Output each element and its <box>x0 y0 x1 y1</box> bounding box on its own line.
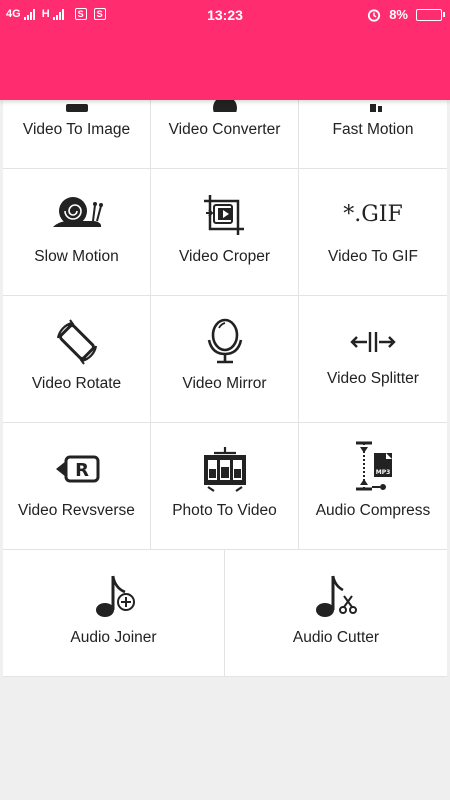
reverse-icon: R <box>55 455 99 483</box>
tool-photo-to-video[interactable]: Photo To Video <box>151 423 299 549</box>
gif-icon-text: *.GIF <box>343 202 403 227</box>
tool-video-croper[interactable]: Video Croper <box>151 169 299 295</box>
compress-icon-text: MP3 <box>376 469 391 476</box>
music-plus-icon <box>95 575 135 617</box>
tools-row: Slow Motion Video Croper *.GIF Video To … <box>3 169 447 296</box>
tool-video-to-gif[interactable]: *.GIF Video To GIF <box>299 169 447 295</box>
status-right: 8% <box>367 7 445 22</box>
tool-label: Fast Motion <box>332 121 414 138</box>
film-strip-icon <box>203 447 246 492</box>
tool-label: Audio Joiner <box>70 629 157 646</box>
tool-audio-cutter[interactable]: Audio Cutter <box>225 550 447 676</box>
splitter-icon <box>350 332 396 352</box>
tool-audio-compress[interactable]: MP3 Audio Compress <box>299 423 447 549</box>
tool-video-rotate[interactable]: Video Rotate <box>3 296 151 422</box>
empty-area <box>0 673 450 800</box>
tool-label: Video Croper <box>178 248 271 265</box>
snail-icon <box>52 197 103 227</box>
music-scissors-icon <box>316 575 357 617</box>
tool-label: Video Splitter <box>327 370 419 387</box>
compress-icon: MP3 <box>356 441 392 491</box>
tools-grid: Video To Image Video Converter Fast Moti… <box>3 42 447 677</box>
battery-icon <box>416 8 445 21</box>
tools-row: Video Rotate Video Mirror Video Splitter <box>3 296 447 423</box>
reverse-icon-text: R <box>75 460 89 481</box>
mirror-icon <box>207 318 242 364</box>
tool-label: Audio Cutter <box>292 629 380 646</box>
tool-video-revsverse[interactable]: R Video Revsverse <box>3 423 151 549</box>
tool-label: Video Converter <box>168 121 281 138</box>
tool-video-splitter[interactable]: Video Splitter <box>299 296 447 422</box>
tools-row: R Video Revsverse Photo To Video MP3 Aud… <box>3 423 447 550</box>
status-bar: 4G H S S 13:23 8% <box>0 0 450 32</box>
tool-video-mirror[interactable]: Video Mirror <box>151 296 299 422</box>
tool-label: Photo To Video <box>172 502 277 519</box>
tool-label: Video To Image <box>22 121 131 138</box>
tool-audio-joiner[interactable]: Audio Joiner <box>3 550 225 676</box>
rotate-icon <box>56 319 97 365</box>
tool-label: Video Rotate <box>31 375 122 392</box>
tool-label: Video Mirror <box>182 375 267 392</box>
tool-label: Audio Compress <box>315 502 431 519</box>
gif-icon: *.GIF <box>343 202 403 227</box>
crop-icon <box>203 195 244 235</box>
battery-percent: 8% <box>389 7 408 22</box>
tool-slow-motion[interactable]: Slow Motion <box>3 169 151 295</box>
tool-label: Video To GIF <box>328 248 418 265</box>
alarm-icon <box>368 8 381 22</box>
tool-label: Slow Motion <box>34 248 119 265</box>
tool-label: Video Revsverse <box>18 502 135 519</box>
tools-row: Audio Joiner Audio Cutter <box>3 550 447 677</box>
